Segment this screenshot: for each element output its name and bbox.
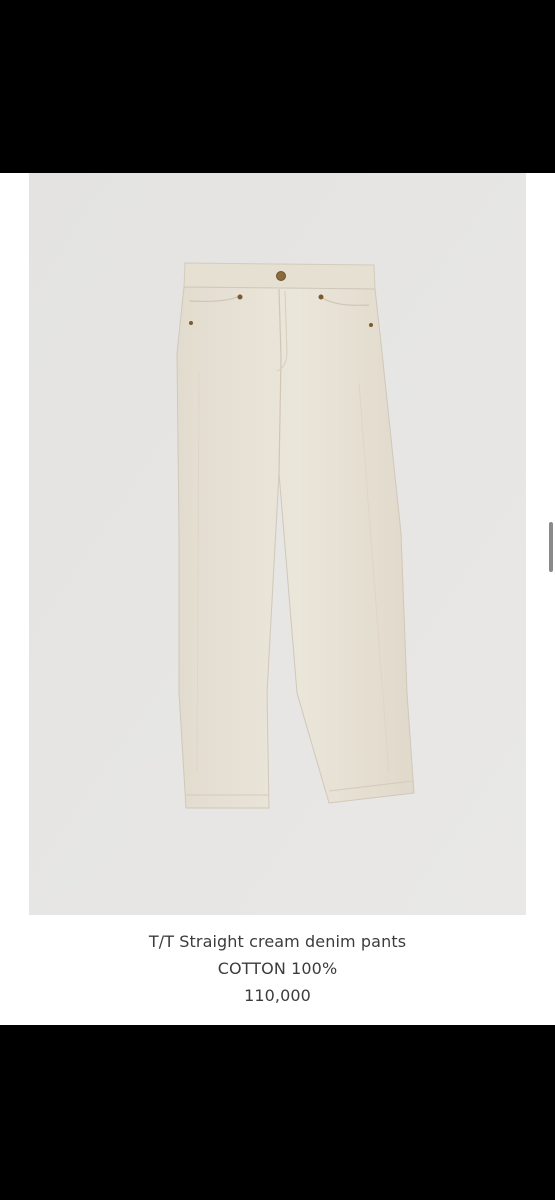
scroll-indicator[interactable] [549, 522, 553, 572]
screen: T/T Straight cream denim pants COTTON 10… [0, 0, 555, 1200]
product-name: T/T Straight cream denim pants [148, 932, 407, 951]
product-material: COTTON 100% [217, 959, 338, 978]
product-caption: T/T Straight cream denim pants COTTON 10… [0, 928, 555, 1009]
post-content: T/T Straight cream denim pants COTTON 10… [0, 173, 555, 1025]
pants-illustration [29, 173, 526, 915]
product-photo[interactable] [29, 173, 526, 915]
product-price: 110,000 [244, 986, 311, 1005]
